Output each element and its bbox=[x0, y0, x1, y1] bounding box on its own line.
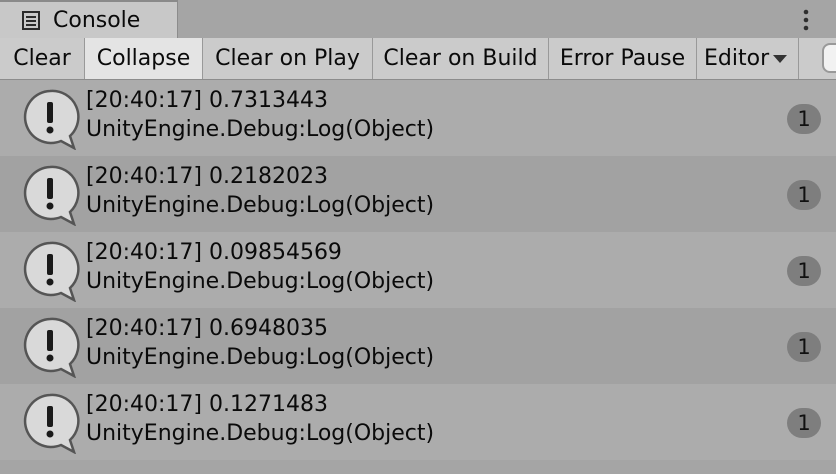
editor-dropdown-label: Editor bbox=[704, 46, 770, 71]
log-count-badge: 1 bbox=[787, 408, 821, 438]
log-entry[interactable]: [20:40:17] 0.2182023 UnityEngine.Debug:L… bbox=[0, 156, 836, 232]
log-stack-trace: UnityEngine.Debug:Log(Object) bbox=[86, 193, 435, 218]
log-stack-trace: UnityEngine.Debug:Log(Object) bbox=[86, 117, 435, 142]
log-stack-trace: UnityEngine.Debug:Log(Object) bbox=[86, 345, 435, 370]
kebab-menu-icon[interactable] bbox=[798, 8, 814, 32]
log-count-badge: 1 bbox=[787, 104, 821, 134]
log-message: [20:40:17] 0.7313443 bbox=[86, 88, 328, 113]
log-entry[interactable]: [20:40:17] 0.1271483 UnityEngine.Debug:L… bbox=[0, 384, 836, 460]
info-speech-bubble-icon bbox=[23, 393, 80, 454]
console-toolbar: Clear Collapse Clear on Play Clear on Bu… bbox=[0, 38, 836, 80]
log-message: [20:40:17] 0.09854569 bbox=[86, 240, 342, 265]
collapse-toggle[interactable]: Collapse bbox=[85, 38, 203, 79]
log-list: [20:40:17] 0.7313443 UnityEngine.Debug:L… bbox=[0, 80, 836, 474]
log-message: [20:40:17] 0.2182023 bbox=[86, 164, 328, 189]
info-speech-bubble-icon bbox=[23, 241, 80, 302]
log-entry[interactable]: [20:40:17] 0.7313443 UnityEngine.Debug:L… bbox=[0, 80, 836, 156]
log-message: [20:40:17] 0.6948035 bbox=[86, 316, 328, 341]
log-entry[interactable]: [20:40:17] 0.6948035 UnityEngine.Debug:L… bbox=[0, 308, 836, 384]
log-count-badge: 1 bbox=[787, 256, 821, 286]
search-field[interactable] bbox=[822, 43, 836, 73]
info-speech-bubble-icon bbox=[23, 89, 80, 150]
info-speech-bubble-icon bbox=[23, 165, 80, 226]
editor-dropdown[interactable]: Editor bbox=[697, 38, 799, 79]
log-entry[interactable]: [20:40:17] 0.09854569 UnityEngine.Debug:… bbox=[0, 232, 836, 308]
clear-on-play-toggle[interactable]: Clear on Play bbox=[203, 38, 373, 79]
clear-button[interactable]: Clear bbox=[0, 38, 85, 79]
log-count-badge: 1 bbox=[787, 180, 821, 210]
clear-on-build-toggle[interactable]: Clear on Build bbox=[373, 38, 549, 79]
tab-title: Console bbox=[53, 8, 141, 33]
tab-bar: Console bbox=[0, 0, 836, 38]
log-message: [20:40:17] 0.1271483 bbox=[86, 392, 328, 417]
tab-console[interactable]: Console bbox=[0, 0, 178, 38]
log-stack-trace: UnityEngine.Debug:Log(Object) bbox=[86, 269, 435, 294]
error-pause-toggle[interactable]: Error Pause bbox=[549, 38, 697, 79]
log-stack-trace: UnityEngine.Debug:Log(Object) bbox=[86, 421, 435, 446]
log-count-badge: 1 bbox=[787, 332, 821, 362]
info-speech-bubble-icon bbox=[23, 317, 80, 378]
console-icon bbox=[22, 11, 40, 30]
chevron-down-icon bbox=[773, 55, 787, 63]
